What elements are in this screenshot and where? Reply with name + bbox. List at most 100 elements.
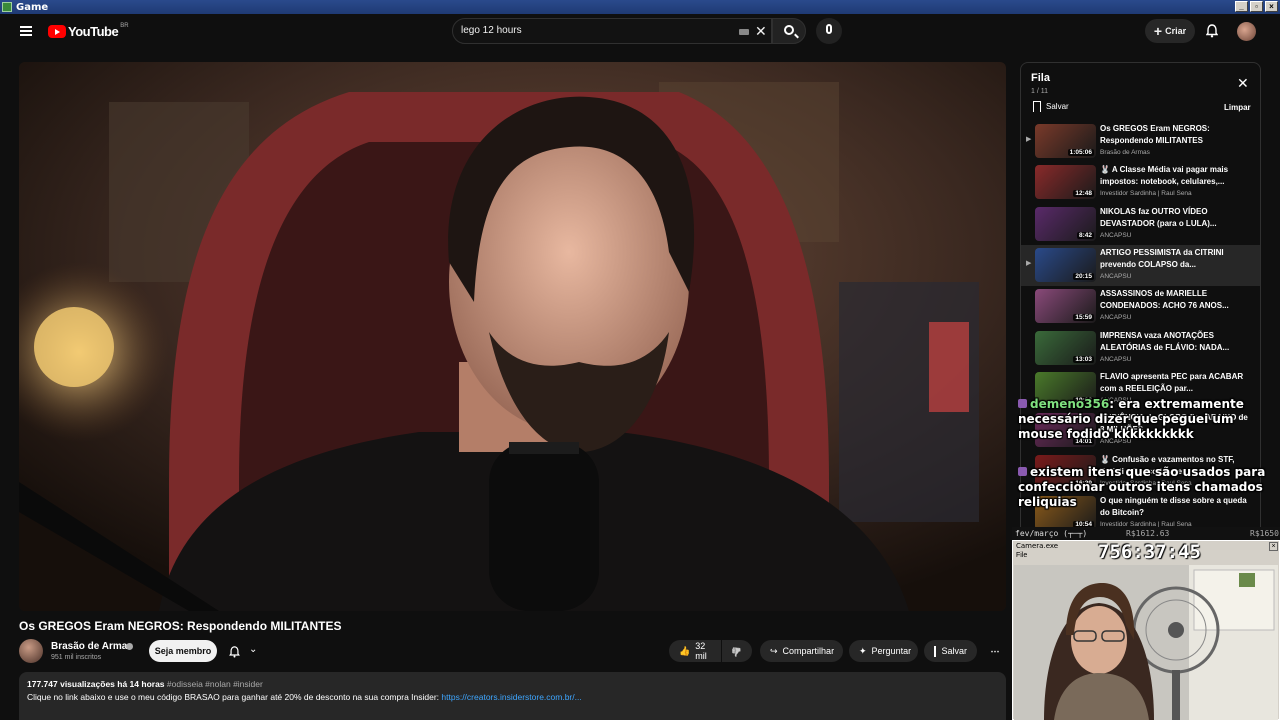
queue-thumbnail[interactable]: 20:15 (1035, 248, 1096, 282)
description-text: Clique no link abaixo e use o meu código… (27, 692, 440, 702)
queue-thumbnail[interactable]: 1:05:06 (1035, 124, 1096, 158)
app-icon (2, 2, 12, 12)
dislike-button[interactable]: 👍 (722, 640, 752, 662)
like-button[interactable]: 👍 32 mil (669, 640, 721, 662)
queue-item-title[interactable]: NIKOLAS faz OUTRO VÍDEO DEVASTADOR (para… (1100, 206, 1250, 229)
split-tracker: fev/março (┬─┬) R$1612.63 R$1650 (1012, 527, 1280, 540)
queue-thumbnail[interactable]: 15:59 (1035, 289, 1096, 323)
chat-username: demeno356 (1030, 397, 1110, 411)
search-input[interactable]: lego 12 hours ✕ (452, 18, 772, 44)
split-target: R$1650 (1250, 529, 1279, 538)
subscriber-count: 951 mil inscritos (51, 654, 102, 661)
thumbs-up-icon: 👍 (679, 645, 691, 656)
chevron-down-icon: ⌄ (249, 644, 258, 655)
close-queue-icon[interactable]: ✕ (1237, 75, 1249, 92)
thumbs-down-icon: 👍 (731, 646, 743, 657)
queue-item-channel: ANCAPSU (1100, 356, 1132, 363)
share-button[interactable]: ↪ Compartilhar (760, 640, 843, 662)
description-box[interactable]: 177.747 visualizações há 14 horas #odiss… (19, 672, 1006, 720)
description-link[interactable]: https://creators.insiderstore.com.br/... (441, 692, 581, 702)
queue-item-title[interactable]: IMPRENSA vaza ANOTAÇÕES ALEATÓRIAS de FL… (1100, 330, 1250, 353)
webcam-feed (1014, 565, 1278, 720)
ask-label: Perguntar (871, 646, 912, 656)
bookmark-icon (1033, 101, 1041, 112)
queue-item[interactable]: 8:42 NIKOLAS faz OUTRO VÍDEO DEVASTADOR (… (1021, 204, 1260, 245)
queue-item-title[interactable]: ARTIGO PESSIMISTA da CITRINI prevendo CO… (1100, 247, 1250, 270)
menu-icon[interactable] (20, 26, 32, 36)
search-button[interactable] (772, 18, 806, 44)
youtube-play-icon (48, 25, 66, 38)
queue-item[interactable]: 15:59 ASSASSINOS de MARIELLE CONDENADOS: … (1021, 286, 1260, 327)
queue-item-channel: ANCAPSU (1100, 232, 1132, 239)
queue-item-channel: Brasão de Armas (1100, 149, 1150, 156)
split-current: R$1612.63 (1126, 529, 1170, 538)
verified-icon (126, 643, 133, 650)
chat-message: demeno356: era extremamente necessário d… (1018, 397, 1280, 442)
search-query: lego 12 hours (461, 25, 522, 36)
channel-name[interactable]: Brasão de Armas (51, 641, 133, 652)
camera-window-title: Camera.exe (1016, 542, 1059, 550)
upload-age: há 14 horas (117, 679, 165, 689)
window-controls: _ ▫ × (1235, 1, 1278, 12)
more-actions-button[interactable]: ⋯ (985, 640, 1005, 662)
create-label: Criar (1165, 26, 1187, 36)
queue-item[interactable]: 13:03 IMPRENSA vaza ANOTAÇÕES ALEATÓRIAS … (1021, 328, 1260, 369)
clear-search-icon[interactable]: ✕ (755, 23, 767, 39)
subscription-bell-button[interactable]: ⌄ (223, 640, 265, 662)
queue-save-button[interactable]: Salvar (1033, 101, 1069, 112)
plus-icon: + (1153, 23, 1163, 39)
queue-item-channel: Investidor Sardinha | Raul Sena (1100, 190, 1192, 197)
youtube-logo[interactable]: YouTube BR (48, 23, 129, 39)
create-button[interactable]: + Criar (1145, 19, 1195, 43)
chat-badge-icon (1018, 399, 1027, 408)
camera-menu[interactable]: File (1016, 552, 1027, 559)
queue-item-channel: ANCAPSU (1100, 314, 1132, 321)
maximize-button[interactable]: ▫ (1250, 1, 1263, 12)
video-frame (19, 62, 1006, 611)
account-avatar[interactable] (1237, 22, 1256, 41)
camera-close-icon[interactable]: × (1269, 542, 1278, 551)
voice-search-button[interactable] (816, 18, 842, 44)
join-button[interactable]: Seja membro (149, 640, 217, 662)
sparkle-icon: ✦ (859, 645, 867, 656)
view-count: 177.747 visualizações (27, 679, 115, 689)
mic-icon (826, 24, 832, 34)
queue-title: Fila (1031, 72, 1050, 84)
queue-item-title[interactable]: 🐰 A Classe Média vai pagar mais impostos… (1100, 164, 1250, 187)
queue-thumbnail[interactable]: 13:03 (1035, 331, 1096, 365)
queue-save-label: Salvar (1046, 102, 1069, 111)
close-window-button[interactable]: × (1265, 1, 1278, 12)
queue-item-title[interactable]: FLAVIO apresenta PEC para ACABAR com a R… (1100, 371, 1250, 394)
queue-thumbnail[interactable]: 12:48 (1035, 165, 1096, 199)
video-duration: 15:59 (1073, 314, 1094, 321)
queue-item-title[interactable]: Os GREGOS Eram NEGROS: Respondendo MILIT… (1100, 123, 1250, 146)
play-indicator-icon: ▶ (1026, 260, 1032, 267)
video-duration: 1:05:06 (1067, 149, 1094, 156)
hashtags[interactable]: #odisseia #nolan #insider (167, 679, 263, 689)
video-player[interactable] (19, 62, 1006, 611)
video-duration: 20:15 (1073, 273, 1094, 280)
split-label: fev/março (┬─┬) (1015, 529, 1088, 538)
queue-item[interactable]: ▶ 20:15 ARTIGO PESSIMISTA da CITRINI preve… (1021, 245, 1260, 286)
masthead: YouTube BR lego 12 hours ✕ + Criar (0, 14, 1280, 50)
save-label: Salvar (941, 646, 967, 656)
queue-item[interactable]: 12:48 🐰 A Classe Média vai pagar mais imp… (1021, 162, 1260, 203)
queue-item[interactable]: ▶ 1:05:06 Os GREGOS Eram NEGROS: Responden… (1021, 121, 1260, 162)
notifications-bell-icon[interactable] (1205, 24, 1219, 38)
window-title: Game (16, 1, 49, 13)
bookmark-icon (934, 645, 937, 657)
video-duration: 12:48 (1073, 190, 1094, 197)
window-titlebar: Game _ ▫ × (0, 0, 1280, 14)
queue-clear-button[interactable]: Limpar (1224, 103, 1251, 112)
minimize-button[interactable]: _ (1235, 1, 1248, 12)
channel-avatar[interactable] (19, 639, 43, 663)
bell-icon (229, 645, 240, 663)
ask-button[interactable]: ✦ Perguntar (849, 640, 918, 662)
video-title: Os GREGOS Eram NEGROS: Respondendo MILIT… (19, 619, 342, 633)
search-icon (784, 25, 794, 35)
queue-item-title[interactable]: ASSASSINOS de MARIELLE CONDENADOS: ACHO … (1100, 288, 1250, 311)
run-timer: 756:37:45 (1098, 541, 1201, 563)
save-button[interactable]: Salvar (924, 640, 977, 662)
queue-thumbnail[interactable]: 8:42 (1035, 207, 1096, 241)
keyboard-icon[interactable] (739, 29, 749, 35)
